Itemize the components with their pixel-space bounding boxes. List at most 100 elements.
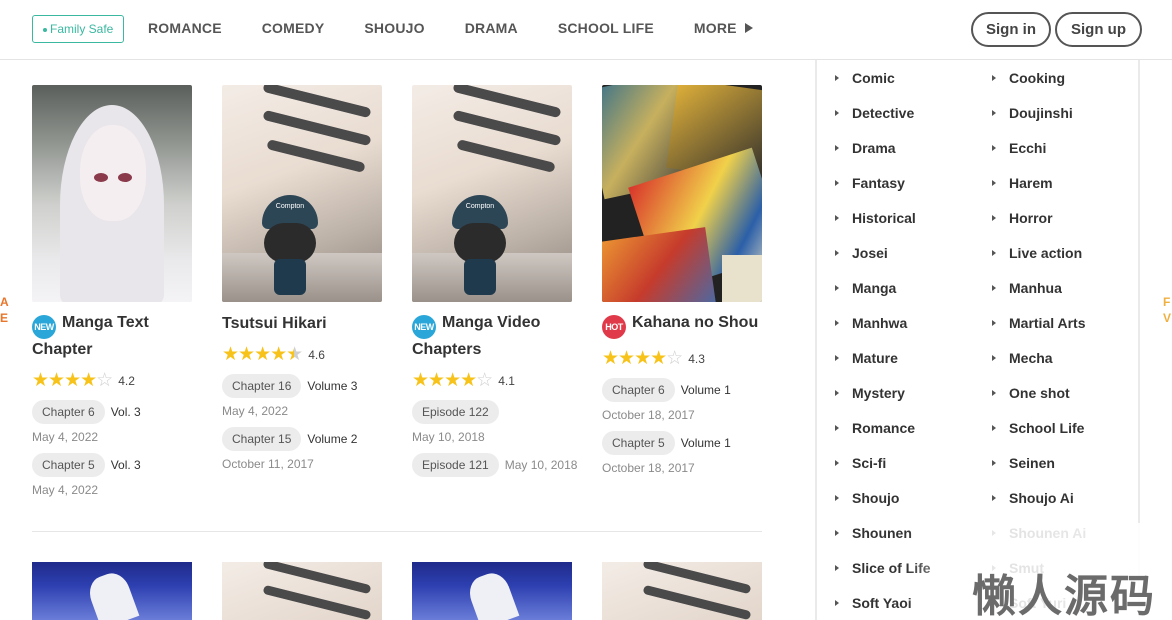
manga-cover[interactable]: Compton — [412, 85, 572, 302]
chapter-date: May 4, 2022 — [32, 483, 99, 497]
episode-chip[interactable]: Episode 122 — [412, 400, 499, 424]
genre-item[interactable]: Horror — [992, 210, 1053, 226]
main-nav: ROMANCE COMEDY SHOUJO DRAMA SCHOOL LIFE … — [148, 20, 793, 36]
manga-cover[interactable] — [222, 562, 382, 620]
cover-label: Compton — [275, 203, 305, 210]
nav-more[interactable]: MORE — [694, 20, 753, 36]
chapter-chip[interactable]: Chapter 15 — [222, 427, 302, 451]
genre-item[interactable]: Mature — [835, 350, 898, 366]
genre-label: Manhwa — [852, 315, 908, 331]
caret-right-icon — [992, 250, 996, 256]
manga-card: Compton NEW Manga Video Chapters ★★★★☆ 4.… — [412, 85, 577, 477]
chapter-date: October 11, 2017 — [222, 457, 314, 471]
star-rating-icon: ★★★★★ — [222, 344, 303, 365]
genre-label: Ecchi — [1009, 140, 1047, 156]
genre-item[interactable]: Shoujo — [835, 490, 899, 506]
genre-item[interactable]: Soft Yaoi — [835, 595, 912, 611]
genre-item[interactable]: Mystery — [835, 385, 905, 401]
star-rating-icon: ★★★★☆ — [32, 370, 113, 391]
genre-item[interactable]: Fantasy — [835, 175, 905, 191]
volume-label: Volume 3 — [307, 379, 358, 393]
manga-cover[interactable]: Compton — [222, 85, 382, 302]
nav-comedy[interactable]: COMEDY — [262, 20, 325, 36]
nav-school-life[interactable]: SCHOOL LIFE — [558, 20, 654, 36]
sign-up-button[interactable]: Sign up — [1055, 12, 1142, 47]
manga-title[interactable]: Tsutsui Hikari — [222, 313, 382, 335]
right-slider-text: F V — [1163, 295, 1172, 325]
genre-label: Shoujo — [852, 490, 900, 506]
genre-item[interactable]: Ecchi — [992, 140, 1046, 156]
chapter-date: October 18, 2017 — [602, 408, 695, 422]
genre-item[interactable]: Live action — [992, 245, 1082, 261]
nav-romance[interactable]: ROMANCE — [148, 20, 222, 36]
genre-label: Soft Yaoi — [852, 595, 912, 611]
caret-right-icon — [992, 390, 996, 396]
genre-item[interactable]: Historical — [835, 210, 916, 226]
caret-right-icon — [992, 180, 996, 186]
genre-item[interactable]: Drama — [835, 140, 896, 156]
genre-item[interactable]: Detective — [835, 105, 914, 121]
genre-item[interactable]: School Life — [992, 420, 1084, 436]
genre-item[interactable]: Shounen — [835, 525, 912, 541]
genre-label: Comic — [852, 70, 895, 86]
genre-item[interactable]: Shoujo Ai — [992, 490, 1074, 506]
caret-right-icon — [992, 425, 996, 431]
caret-right-icon — [835, 530, 839, 536]
genre-item[interactable]: Sci-fi — [835, 455, 886, 471]
manga-cover[interactable] — [602, 562, 762, 620]
caret-right-icon — [992, 320, 996, 326]
manga-cover[interactable] — [412, 562, 572, 620]
sign-in-button[interactable]: Sign in — [971, 12, 1051, 47]
genre-item[interactable]: Romance — [835, 420, 915, 436]
manga-cover[interactable] — [602, 85, 762, 302]
genre-item[interactable]: Harem — [992, 175, 1053, 191]
genre-item[interactable]: One shot — [992, 385, 1070, 401]
caret-right-icon — [835, 110, 839, 116]
chapter-date: May 4, 2022 — [222, 404, 289, 418]
genre-item[interactable]: Cooking — [992, 70, 1065, 86]
genre-label: Romance — [852, 420, 916, 436]
nav-drama[interactable]: DRAMA — [465, 20, 518, 36]
triangle-right-icon — [744, 23, 753, 33]
genre-item[interactable]: Manhwa — [835, 315, 907, 331]
chapter-chip[interactable]: Chapter 16 — [222, 374, 302, 398]
site-header: Family Safe ROMANCE COMEDY SHOUJO DRAMA … — [0, 0, 1172, 60]
genre-item[interactable]: Seinen — [992, 455, 1055, 471]
genre-item[interactable]: Martial Arts — [992, 315, 1086, 331]
chapter-chip[interactable]: Chapter 5 — [32, 453, 105, 477]
manga-cover[interactable] — [32, 562, 192, 620]
caret-right-icon — [992, 75, 996, 81]
family-safe-toggle[interactable]: Family Safe — [32, 15, 125, 43]
genre-item[interactable]: Doujinshi — [992, 105, 1073, 121]
genre-item[interactable]: Manhua — [992, 280, 1062, 296]
manga-title[interactable]: NEW Manga Text Chapter — [32, 312, 192, 361]
genre-label: Horror — [1009, 210, 1053, 226]
left-slider-text: A E — [0, 295, 9, 325]
chapter-chip[interactable]: Chapter 5 — [602, 431, 675, 455]
new-badge: NEW — [32, 315, 56, 339]
genre-item[interactable]: Manga — [835, 280, 896, 296]
genre-label: Martial Arts — [1009, 315, 1086, 331]
genre-label: Live action — [1009, 245, 1083, 261]
nav-shoujo[interactable]: SHOUJO — [364, 20, 424, 36]
genre-item[interactable]: Mecha — [992, 350, 1053, 366]
manga-cover[interactable] — [32, 85, 192, 302]
genre-item[interactable]: Josei — [835, 245, 888, 261]
chapter-row: Chapter 15 Volume 2 — [222, 427, 382, 451]
nav-more-label: MORE — [693, 20, 737, 36]
genre-item[interactable]: Comic — [835, 70, 895, 86]
star-rating-icon: ★★★★☆ — [602, 348, 683, 369]
caret-right-icon — [835, 320, 839, 326]
genre-label: Harem — [1009, 175, 1053, 191]
episode-chip[interactable]: Episode 121 — [412, 453, 499, 477]
caret-right-icon — [835, 600, 839, 606]
manga-title[interactable]: NEW Manga Video Chapters — [412, 312, 572, 361]
manga-title[interactable]: HOT Kahana no Shou — [602, 312, 762, 339]
chapter-chip[interactable]: Chapter 6 — [602, 378, 675, 402]
chapter-chip[interactable]: Chapter 6 — [32, 400, 105, 424]
rating: ★★★★☆ 4.3 — [602, 349, 762, 369]
chapter-row: Chapter 5 Volume 1 — [602, 431, 762, 455]
genre-label: Historical — [852, 210, 916, 226]
genre-label: Manhua — [1009, 280, 1062, 296]
genre-label: Mature — [852, 350, 898, 366]
